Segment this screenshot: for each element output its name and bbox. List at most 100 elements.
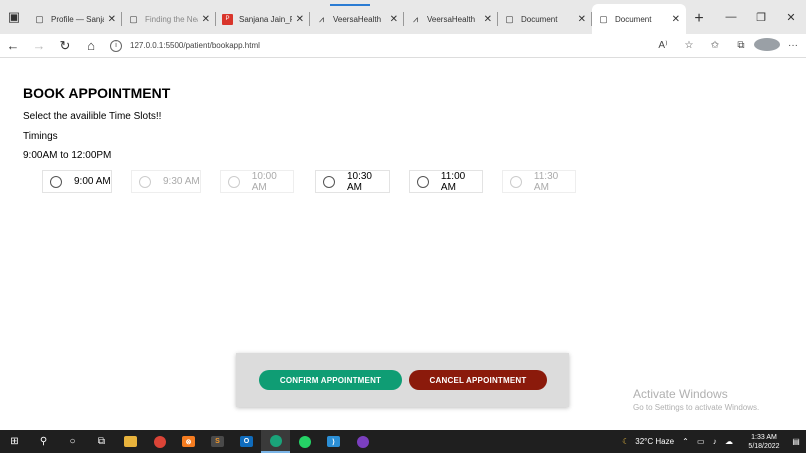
xampp-icon[interactable]: ⊗ [174,430,203,453]
refresh-icon[interactable]: ↻ [52,38,78,54]
github-icon[interactable] [348,430,377,453]
clock[interactable]: 1:33 AM 5/18/2022 [742,433,786,451]
restore-icon[interactable]: ❐ [746,11,776,24]
tab-title: Document [521,14,558,24]
minimize-icon[interactable]: — [716,11,746,23]
cancel-appointment-button[interactable]: CANCEL APPOINTMENT [409,370,547,390]
slot-label: 9:30 AM [163,176,200,187]
whatsapp-icon[interactable] [290,430,319,453]
radio-button[interactable] [228,175,240,188]
radio-button[interactable] [323,175,335,188]
timings-label: Timings [23,131,58,142]
add-favorite-icon[interactable]: ☆ [676,40,702,51]
read-aloud-icon[interactable]: A⁾ [650,40,676,51]
chrome-icon[interactable] [145,430,174,453]
back-icon[interactable]: ← [0,38,26,53]
page-icon: ▢ [35,13,44,24]
confirm-appointment-button[interactable]: CONFIRM APPOINTMENT [259,370,402,390]
slot-9-30[interactable]: 9:30 AM [131,170,201,193]
close-icon[interactable]: ✕ [202,14,210,25]
close-icon[interactable]: ✕ [484,14,492,25]
toolbar-right: A⁾ ☆ ✩ ⧉ ··· [650,37,806,54]
logo-icon: ⩘ [318,13,325,24]
close-icon[interactable]: ✕ [296,14,304,25]
instruction-text: Select the availible Time Slots!! [23,111,162,122]
collections-icon[interactable]: ⧉ [728,40,754,51]
tab-4[interactable]: ⩘ VeersaHealth ✕ [310,4,404,34]
tab-title: Finding the Near [145,14,198,24]
weather-icon[interactable]: ☾ [622,437,629,446]
info-icon[interactable]: i [110,39,122,52]
cortana-icon[interactable]: ○ [58,430,87,453]
tab-title: VeersaHealth [333,14,382,24]
system-tray: ☾ 32°C Haze ⌃ ▭ ♪ ☁ 1:33 AM 5/18/2022 ▤ [622,430,806,453]
watermark-subtitle: Go to Settings to activate Windows. [633,403,760,412]
close-icon[interactable]: ✕ [578,14,586,25]
search-icon[interactable]: ⚲ [29,430,58,453]
slot-11-30[interactable]: 11:30 AM [502,170,576,193]
radio-button[interactable] [417,175,429,188]
new-tab-button[interactable]: + [686,4,712,34]
page-icon: ▢ [129,13,138,24]
close-icon[interactable]: ✕ [672,14,680,25]
slot-label: 10:30 AM [346,170,372,193]
notifications-icon[interactable]: ▤ [786,437,806,446]
slot-label: 9:00 AM [74,176,111,187]
slot-10-30[interactable]: 10:30 AM [315,170,390,193]
favorites-icon[interactable]: ✩ [702,40,728,51]
page-icon: ▢ [599,13,608,24]
tab-title: Document [615,14,652,24]
tab-1[interactable]: ▢ Profile — Sanjana ✕ [28,4,122,34]
logo-icon: ⩘ [412,13,419,24]
edge-icon[interactable] [261,430,290,453]
navigation-bar: ← → ↻ ⌂ i 127.0.0.1:5500/patient/bookapp… [0,34,806,58]
page-title: BOOK APPOINTMENT [23,85,171,101]
slot-11-00[interactable]: 11:00 AM [409,170,483,193]
tab-title: Sanjana Jain_Res [239,14,292,24]
home-icon[interactable]: ⌂ [78,38,104,53]
radio-button[interactable] [510,175,522,188]
system-icons[interactable]: ⌃ ▭ ♪ ☁ [682,437,736,446]
close-icon[interactable]: ✕ [390,14,398,25]
file-explorer-icon[interactable] [116,430,145,453]
slot-label: 11:00 AM [440,170,466,193]
radio-button[interactable] [139,175,151,188]
more-icon[interactable]: ··· [780,40,806,51]
sublime-icon[interactable]: S [203,430,232,453]
close-window-icon[interactable]: ✕ [776,11,806,24]
page-content: BOOK APPOINTMENT Select the availible Ti… [0,59,806,430]
tab-actions-icon[interactable]: ▣ [0,0,28,34]
pdf-icon: P [222,13,233,25]
slot-9-00[interactable]: 9:00 AM [42,170,112,193]
vscode-icon[interactable]: ⟩ [319,430,348,453]
page-icon: ▢ [505,13,514,24]
weather-text[interactable]: 32°C Haze [635,437,674,446]
action-panel: CONFIRM APPOINTMENT CANCEL APPOINTMENT [236,353,569,407]
start-icon[interactable]: ⊞ [0,430,29,453]
close-icon[interactable]: ✕ [108,14,116,25]
date-text: 5/18/2022 [748,442,780,450]
slot-10-00[interactable]: 10:00 AM [220,170,294,193]
tab-strip: ▣ ▢ Profile — Sanjana ✕ ▢ Finding the Ne… [0,0,806,34]
tab-6[interactable]: ▢ Document ✕ [498,4,592,34]
radio-button[interactable] [50,175,62,188]
activation-watermark: Activate Windows Go to Settings to activ… [633,387,759,412]
time-text: 1:33 AM [751,433,777,441]
profile-avatar[interactable] [754,37,780,54]
tab-7-active[interactable]: ▢ Document ✕ [592,4,686,34]
tab-5[interactable]: ⩘ VeersaHealth ✕ [404,4,498,34]
tab-3[interactable]: P Sanjana Jain_Res ✕ [216,4,310,34]
tab-2[interactable]: ▢ Finding the Near ✕ [122,4,216,34]
timings-range: 9:00AM to 12:00PM [23,150,112,161]
tab-title: Profile — Sanjana [51,14,104,24]
watermark-title: Activate Windows [633,387,728,401]
slot-label: 11:30 AM [533,170,559,193]
tab-title: VeersaHealth [427,14,476,24]
slot-label: 10:00 AM [251,170,277,193]
taskbar: ⊞ ⚲ ○ ⧉ ⊗ S O ⟩ ☾ 32°C Haze ⌃ ▭ ♪ ☁ 1:33… [0,430,806,453]
url-text: 127.0.0.1:5500/patient/bookapp.html [130,41,260,50]
forward-icon[interactable]: → [26,38,52,53]
outlook-icon[interactable]: O [232,430,261,453]
address-bar[interactable]: i 127.0.0.1:5500/patient/bookapp.html [104,36,650,56]
task-view-icon[interactable]: ⧉ [87,430,116,453]
